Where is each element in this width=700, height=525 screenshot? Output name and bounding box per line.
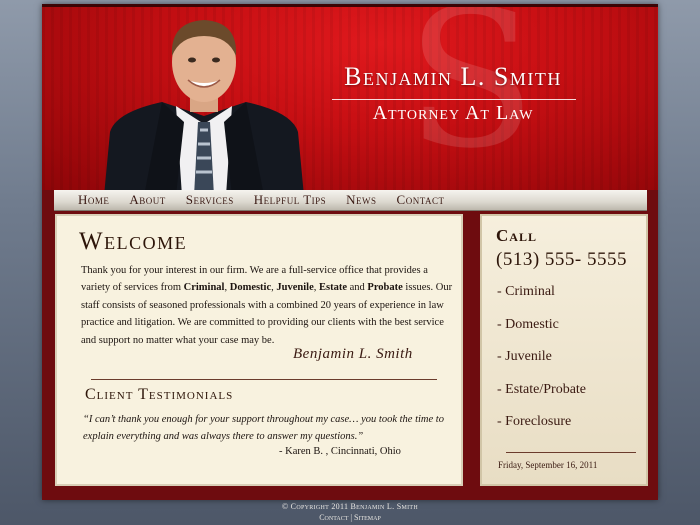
footer: © Copyright 2011 Benjamin L. Smith Conta… — [0, 502, 700, 523]
copyright-text: © Copyright 2011 Benjamin L. Smith — [282, 502, 418, 511]
nav-home[interactable]: Home — [78, 192, 109, 208]
service-domestic-bold: Domestic — [229, 282, 272, 294]
service-probate-bold: Probate — [367, 282, 403, 294]
phone-number[interactable]: (513) 555- 5555 — [496, 249, 627, 271]
firm-title: Attorney At Law — [372, 102, 534, 124]
firm-name: Benjamin L. Smith — [344, 62, 562, 91]
welcome-heading: Welcome — [79, 228, 188, 255]
service-criminal-bold: Criminal — [183, 282, 225, 294]
practice-item-domestic[interactable]: - Domestic — [497, 317, 586, 350]
practice-item-estate-probate[interactable]: - Estate/Probate — [497, 382, 586, 415]
name-divider — [332, 99, 576, 100]
header-banner: S Benjamin L. Smith Attorney At Law — [42, 4, 658, 190]
testimonial-quote: “I can’t thank you enough for your suppo… — [83, 414, 444, 442]
practice-areas-list: - Criminal - Domestic - Juvenile - Estat… — [497, 284, 586, 447]
current-date: Friday, September 16, 2011 — [498, 460, 598, 470]
nav-about[interactable]: About — [129, 192, 165, 208]
testimonials-heading: Client Testimonials — [85, 386, 234, 403]
footer-sitemap-link[interactable]: Sitemap — [354, 513, 381, 522]
nav-contact[interactable]: Contact — [397, 192, 445, 208]
welcome-paragraph: Thank you for your interest in our firm.… — [81, 262, 455, 349]
footer-links: Contact | Sitemap — [0, 512, 700, 523]
page-frame: S Benjamin L. Smith Attorney At Law Home… — [42, 4, 658, 500]
attorney-photo — [104, 20, 304, 190]
signature: Benjamin L. Smith — [293, 346, 413, 362]
welcome-panel: Welcome Thank you for your interest in o… — [55, 214, 463, 486]
practice-item-criminal[interactable]: - Criminal — [497, 284, 586, 317]
main-nav: Home About Services Helpful Tips News Co… — [54, 190, 647, 211]
service-estate-bold: Estate — [318, 282, 347, 294]
nav-news[interactable]: News — [346, 192, 376, 208]
practice-item-juvenile[interactable]: - Juvenile — [497, 349, 586, 382]
nav-helpful-tips[interactable]: Helpful Tips — [254, 192, 326, 208]
practice-item-foreclosure[interactable]: - Foreclosure — [497, 414, 586, 447]
date-divider — [506, 452, 636, 453]
welcome-text-part: and — [346, 282, 368, 294]
testimonial-author: - Karen B. , Cincinnati, Ohio — [279, 446, 401, 457]
footer-contact-link[interactable]: Contact — [319, 513, 348, 522]
signature-divider — [91, 379, 437, 380]
contact-sidebar: Call (513) 555- 5555 - Criminal - Domest… — [480, 214, 648, 486]
call-heading: Call — [496, 226, 537, 245]
service-juvenile-bold: Juvenile — [276, 282, 314, 294]
nav-services[interactable]: Services — [186, 192, 234, 208]
